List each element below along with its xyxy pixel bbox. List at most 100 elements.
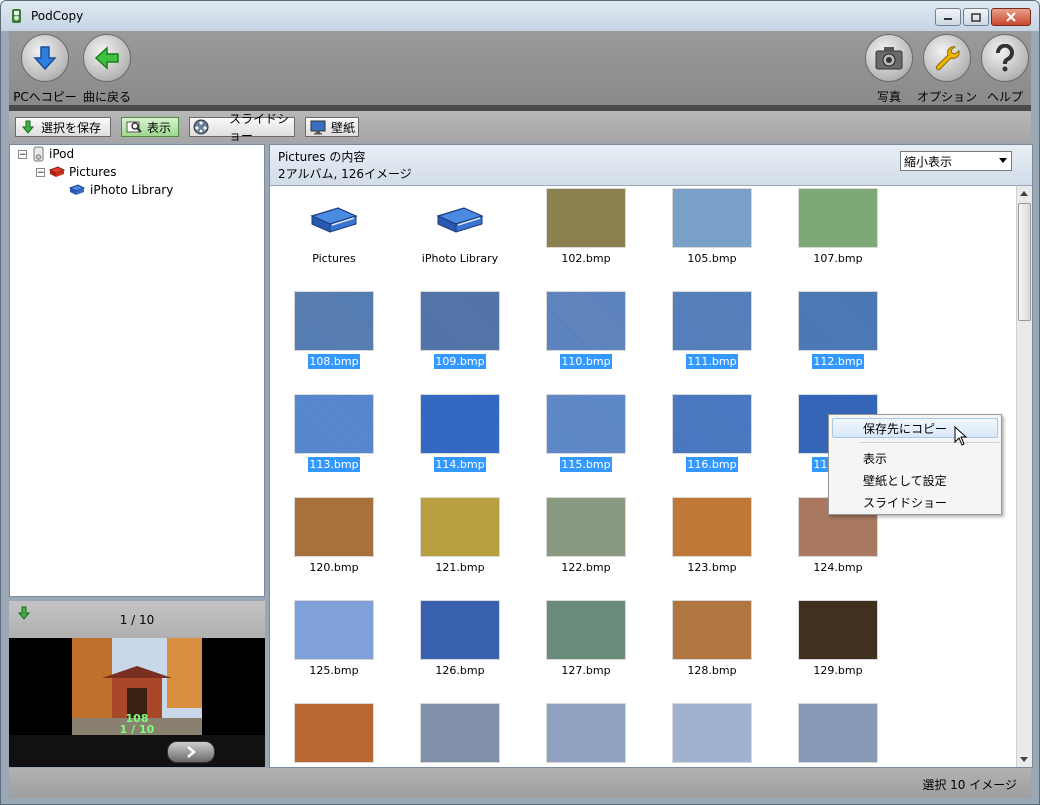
- item-name: Pictures: [272, 252, 396, 265]
- photo-item[interactable]: 121.bmp: [398, 497, 518, 597]
- photo-item[interactable]: 130.bmp: [272, 703, 392, 767]
- item-name-text: 130.bmp: [308, 766, 359, 767]
- scroll-up-icon[interactable]: [1020, 191, 1028, 196]
- title-bar[interactable]: PodCopy: [1, 1, 1039, 31]
- photo-item[interactable]: 123.bmp: [650, 497, 770, 597]
- photo-item[interactable]: 125.bmp: [272, 600, 392, 700]
- photo-item[interactable]: 111.bmp: [650, 291, 770, 391]
- collapse-icon[interactable]: −: [36, 167, 45, 177]
- item-name: 123.bmp: [650, 561, 774, 574]
- camera-icon: [875, 47, 903, 70]
- photo-item[interactable]: 110.bmp: [524, 291, 644, 391]
- item-name-text: 132.bmp: [560, 766, 611, 767]
- item-name: 122.bmp: [524, 561, 648, 574]
- wallpaper-button[interactable]: 壁紙: [305, 117, 359, 137]
- context-item-slideshow[interactable]: スライドショー: [863, 494, 947, 511]
- item-name: 115.bmp: [524, 457, 648, 472]
- window-title: PodCopy: [31, 9, 84, 23]
- pc-copy-button[interactable]: PCへコピー: [13, 34, 77, 105]
- tree-item-ipod[interactable]: − iPod: [18, 145, 74, 163]
- vertical-scrollbar[interactable]: [1016, 186, 1032, 767]
- view-button[interactable]: 表示: [121, 117, 179, 137]
- item-name: 108.bmp: [272, 354, 396, 369]
- main-toolbar: PCへコピー 曲に戻る 写真 オプション ヘルプ: [9, 31, 1031, 105]
- album-item[interactable]: Pictures: [272, 188, 392, 288]
- view-mode-select[interactable]: 縮小表示: [900, 151, 1012, 171]
- app-window: PodCopy PCへコピー 曲に戻る 写真 オプション ヘルプ 選択を保存 表…: [0, 0, 1040, 805]
- slideshow-button[interactable]: スライドショー: [189, 112, 295, 143]
- tree-item-pictures[interactable]: − Pictures: [36, 163, 117, 181]
- chevron-down-icon: [999, 158, 1007, 163]
- photo-item[interactable]: 127.bmp: [524, 600, 644, 700]
- blue-book-icon: [294, 188, 374, 248]
- item-name: 127.bmp: [524, 664, 648, 677]
- item-name: 128.bmp: [650, 664, 774, 677]
- photo-item[interactable]: 108.bmp: [272, 291, 392, 391]
- tree-item-iphoto-library[interactable]: iPhoto Library: [68, 181, 173, 199]
- app-icon: [12, 9, 21, 23]
- context-item-view[interactable]: 表示: [863, 450, 887, 467]
- photo-item[interactable]: 105.bmp: [650, 188, 770, 288]
- item-name-text: 108.bmp: [308, 354, 360, 369]
- wrench-icon: [935, 46, 960, 71]
- photo-item[interactable]: 109.bmp: [398, 291, 518, 391]
- context-item-copy-to[interactable]: 保存先にコピー: [863, 420, 947, 437]
- tree-item-label: iPod: [49, 147, 75, 161]
- item-name-text: 120.bmp: [309, 561, 359, 574]
- item-name: 124.bmp: [776, 561, 900, 574]
- minimize-button[interactable]: [935, 8, 961, 26]
- item-name: 114.bmp: [398, 457, 522, 472]
- item-name-text: iPhoto Library: [421, 252, 499, 265]
- photo-item[interactable]: 115.bmp: [524, 394, 644, 494]
- photo-thumbnail: [546, 394, 626, 454]
- photo-thumbnail: [420, 291, 500, 351]
- content-header: Pictures の内容 2アルバム, 126イメージ 縮小表示: [270, 145, 1032, 186]
- save-selection-label: 選択を保存: [41, 120, 102, 135]
- photo-item[interactable]: 126.bmp: [398, 600, 518, 700]
- photo-item[interactable]: 131.bmp: [398, 703, 518, 767]
- item-name: 121.bmp: [398, 561, 522, 574]
- preview-counter: 1 / 10: [119, 613, 155, 627]
- photo-item[interactable]: 112.bmp: [776, 291, 896, 391]
- item-name-text: Pictures: [312, 252, 356, 265]
- photo-thumbnail: [420, 497, 500, 557]
- photo-item[interactable]: 132.bmp: [524, 703, 644, 767]
- photo-item[interactable]: 107.bmp: [776, 188, 896, 288]
- photo-item[interactable]: 114.bmp: [398, 394, 518, 494]
- mouse-cursor-icon: [954, 426, 968, 446]
- close-button[interactable]: [991, 8, 1031, 26]
- photo-thumbnail: [672, 703, 752, 763]
- photo-item[interactable]: 134.bmp: [776, 703, 896, 767]
- album-item[interactable]: iPhoto Library: [398, 188, 518, 288]
- save-selection-button[interactable]: 選択を保存: [15, 117, 111, 137]
- photo-item[interactable]: 122.bmp: [524, 497, 644, 597]
- photo-item[interactable]: 113.bmp: [272, 394, 392, 494]
- item-name: 110.bmp: [524, 354, 648, 369]
- photo-item[interactable]: 133.bmp: [650, 703, 770, 767]
- collapse-icon[interactable]: −: [18, 149, 27, 159]
- photos-button[interactable]: 写真: [857, 34, 921, 105]
- photo-item[interactable]: 102.bmp: [524, 188, 644, 288]
- photo-thumbnail: [798, 600, 878, 660]
- maximize-button[interactable]: [963, 8, 989, 26]
- context-item-set-wallpaper[interactable]: 壁紙として設定: [863, 472, 947, 489]
- help-button[interactable]: ヘルプ: [973, 34, 1037, 105]
- photo-thumbnail: [420, 600, 500, 660]
- item-name-text: 112.bmp: [812, 354, 864, 369]
- next-button[interactable]: [167, 741, 215, 763]
- blue-album-icon: [68, 184, 86, 195]
- tree-item-label: iPhoto Library: [90, 183, 174, 197]
- options-button[interactable]: オプション: [915, 34, 979, 105]
- monitor-icon: [310, 120, 326, 134]
- item-name: 120.bmp: [272, 561, 396, 574]
- item-name-text: 111.bmp: [686, 354, 738, 369]
- photo-item[interactable]: 120.bmp: [272, 497, 392, 597]
- scroll-thumb[interactable]: [1018, 203, 1031, 321]
- photo-item[interactable]: 128.bmp: [650, 600, 770, 700]
- photo-item[interactable]: 116.bmp: [650, 394, 770, 494]
- wallpaper-label: 壁紙: [331, 120, 356, 135]
- back-to-song-button[interactable]: 曲に戻る: [75, 34, 139, 105]
- item-name-text: 122.bmp: [561, 561, 611, 574]
- photo-item[interactable]: 129.bmp: [776, 600, 896, 700]
- scroll-down-icon[interactable]: [1020, 757, 1028, 762]
